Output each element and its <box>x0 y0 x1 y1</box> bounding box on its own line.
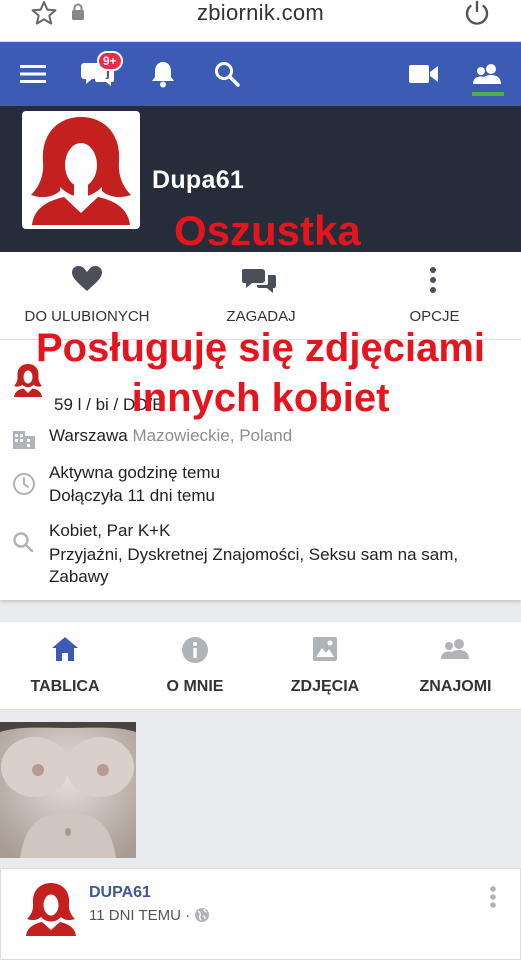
profile-tabs: TABLICA O MNIE ZDJĘCIA ZNAJOMI <box>0 622 521 710</box>
overlay-line-2: innych kobiet <box>131 376 390 420</box>
search-icon <box>215 62 240 87</box>
search-button[interactable] <box>210 42 244 106</box>
friends-icon <box>441 639 469 659</box>
tab-photos[interactable]: ZDJĘCIA <box>260 622 390 710</box>
profile-header: Dupa61 Oszustka <box>0 106 521 252</box>
info-icon <box>182 637 208 663</box>
location-text: Warszawa Mazowieckie, Poland <box>49 426 292 446</box>
female-avatar-icon[interactable] <box>23 881 79 937</box>
tab-friends[interactable]: ZNAJOMI <box>390 622 521 710</box>
search-icon <box>13 532 34 553</box>
activity-row: Aktywna godzinę temu Dołączyła 11 dni te… <box>0 462 521 508</box>
profile-info-card: 59 l / bi / DD/E Posługuję się zdjęciami… <box>0 328 521 600</box>
tab-wall[interactable]: TABLICA <box>0 622 130 710</box>
heart-icon <box>72 266 102 291</box>
tab-about-label: O MNIE <box>166 678 224 695</box>
tab-photos-label: ZDJĘCIA <box>290 678 360 695</box>
activity-text: Aktywna godzinę temu <box>49 463 221 482</box>
female-avatar-icon <box>31 117 131 225</box>
favorite-label: DO ULUBIONYCH <box>24 308 150 325</box>
profile-page: zbiornik.com 9+ Dupa61 Oszustka DO ULUBI… <box>0 0 521 960</box>
building-icon <box>13 431 35 449</box>
friends-icon <box>473 64 501 84</box>
interests-text: Przyjaźni, Dyskretnej Znajomości, Seksu … <box>49 545 459 586</box>
overlay-label: Oszustka <box>174 207 361 254</box>
reload-icon[interactable] <box>463 0 491 26</box>
notifications-button[interactable] <box>146 42 180 106</box>
post-time: 11 DNI TEMU <box>89 907 181 924</box>
post-author[interactable]: DUPA61 <box>89 884 151 902</box>
wall-post: DUPA61 11 DNI TEMU · <box>0 868 521 960</box>
browser-address-bar: zbiornik.com <box>0 0 521 42</box>
bell-icon <box>152 62 174 88</box>
menu-button[interactable] <box>14 42 52 106</box>
menu-icon <box>20 65 46 83</box>
city-text: Warszawa <box>49 426 128 445</box>
image-icon <box>313 637 337 661</box>
home-icon <box>52 637 78 661</box>
joined-text: Dołączyła 11 dni temu <box>49 486 215 505</box>
more-vertical-icon[interactable] <box>488 885 498 911</box>
top-navigation: 9+ <box>0 42 521 106</box>
post-separator: · <box>185 907 191 924</box>
region-text: Mazowieckie, Poland <box>132 426 293 445</box>
photo-thumbnail[interactable] <box>0 722 136 858</box>
url-text[interactable]: zbiornik.com <box>0 0 521 26</box>
looking-for-row: Kobiet, Par K+K Przyjaźni, Dyskretnej Zn… <box>0 520 521 590</box>
video-icon <box>409 65 438 83</box>
avatar[interactable] <box>22 111 140 229</box>
chat-icon <box>242 269 276 293</box>
friends-button[interactable] <box>470 42 506 106</box>
profile-username: Dupa61 <box>152 166 245 194</box>
video-button[interactable] <box>406 42 442 106</box>
options-label: OPCJE <box>409 308 460 325</box>
post-meta: 11 DNI TEMU · <box>89 907 210 924</box>
tab-wall-label: TABLICA <box>30 678 100 695</box>
globe-icon <box>195 908 210 922</box>
photo-image <box>0 722 136 858</box>
looking-for-text: Kobiet, Par K+K <box>49 521 171 540</box>
clock-icon <box>13 473 35 495</box>
active-tab-indicator <box>472 92 504 96</box>
tab-friends-label: ZNAJOMI <box>419 678 492 695</box>
location-row: Warszawa Mazowieckie, Poland <box>0 424 521 450</box>
overlay-line-1: Posługuję się zdjęciami <box>35 326 486 370</box>
more-vertical-icon <box>430 267 436 293</box>
message-count-badge: 9+ <box>97 51 123 71</box>
tab-about[interactable]: O MNIE <box>130 622 260 710</box>
chat-label: ZAGADAJ <box>226 308 296 325</box>
